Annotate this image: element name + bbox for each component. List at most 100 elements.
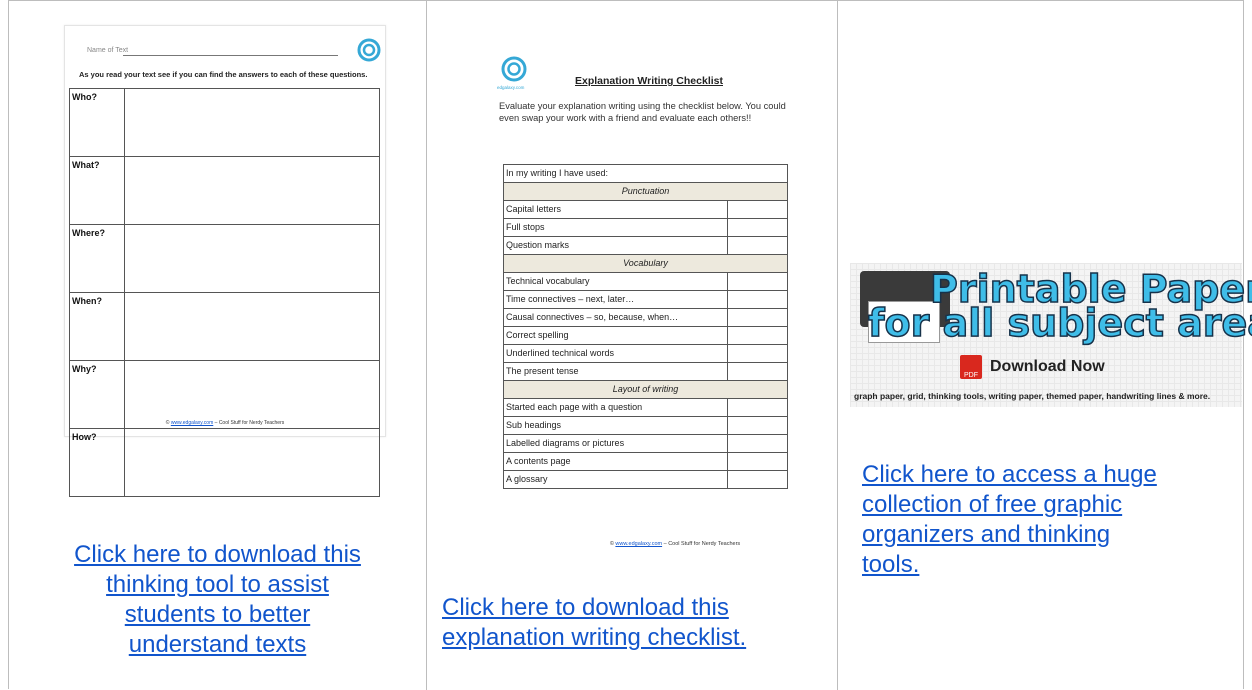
checklist-tick-box: [727, 272, 788, 291]
checklist-tick-box: [727, 452, 788, 471]
checklist-tick-box: [727, 416, 788, 435]
checklist-row: In my writing I have used:: [503, 164, 788, 183]
checklist-heading: In my writing I have used:: [503, 164, 788, 183]
checklist-row: Causal connectives – so, because, when…: [503, 308, 788, 327]
answer-cell: [124, 224, 380, 293]
cell-thinking-tool: Name of Text As you read your text see i…: [9, 1, 426, 690]
checklist-row: The present tense: [503, 362, 788, 381]
link-line: students to better: [124, 601, 311, 628]
content-table: Name of Text As you read your text see i…: [8, 0, 1252, 690]
checklist-row: A glossary: [503, 470, 788, 489]
link-line: organizers and thinking: [862, 521, 1111, 548]
checklist-preview[interactable]: edgalaxy.com Explanation Writing Checkli…: [475, 21, 795, 561]
doc-footer: © www.edgalaxy.com – Cool Stuff for Nerd…: [475, 541, 875, 547]
checklist-row: Full stops: [503, 218, 788, 237]
answer-cell: [124, 360, 380, 429]
checklist-row: Time connectives – next, later…: [503, 290, 788, 309]
link-line: thinking tool to assist: [106, 571, 329, 598]
checklist-tick-box: [727, 326, 788, 345]
edgalaxy-logo-icon: [357, 38, 381, 62]
checklist-section-header: Layout of writing: [503, 380, 788, 399]
footer-url: www.edgalaxy.com: [170, 420, 214, 426]
link-line: Click here to access a huge: [862, 461, 1157, 488]
checklist-tick-box: [727, 218, 788, 237]
answer-cell: [124, 428, 380, 497]
checklist-item: Labelled diagrams or pictures: [503, 434, 728, 453]
checklist-item: Time connectives – next, later…: [503, 290, 728, 309]
checklist-tick-box: [727, 362, 788, 381]
checklist-tick-box: [727, 344, 788, 363]
banner-title-line2: for all subject areas: [867, 300, 1252, 346]
link-line: Click here to download this: [74, 541, 361, 568]
checklist-row: Punctuation: [503, 182, 788, 201]
checklist-row: Underlined technical words: [503, 344, 788, 363]
question-label: What?: [69, 156, 125, 225]
question-label: How?: [69, 428, 125, 497]
checklist-title: Explanation Writing Checklist: [575, 75, 723, 87]
checklist-intro: Evaluate your explanation writing using …: [499, 101, 786, 123]
checklist-section-header: Punctuation: [503, 182, 788, 201]
name-of-text-label: Name of Text: [87, 47, 129, 54]
checklist-item: A glossary: [503, 470, 728, 489]
download-checklist-link[interactable]: Click here to download this explanation …: [442, 593, 746, 653]
checklist-tick-box: [727, 398, 788, 417]
cell-writing-checklist: edgalaxy.com Explanation Writing Checkli…: [426, 1, 837, 690]
checklist-row: A contents page: [503, 452, 788, 471]
answer-cell: [124, 292, 380, 361]
link-line: understand texts: [128, 631, 307, 658]
checklist-item: The present tense: [503, 362, 728, 381]
checklist-tick-box: [727, 200, 788, 219]
instruction-text: As you read your text see if you can fin…: [79, 70, 368, 79]
question-label: When?: [69, 292, 125, 361]
cell-printable-paper: Printable Paper for all subject areas PD…: [837, 1, 1252, 690]
question-label: Why?: [69, 360, 125, 429]
link-line: explanation writing checklist.: [442, 624, 747, 651]
checklist-item: Question marks: [503, 236, 728, 255]
checklist-tick-box: [727, 470, 788, 489]
edgalaxy-logo-icon: [501, 56, 527, 82]
checklist-tick-box: [727, 434, 788, 453]
download-now-label: PDF Download Now: [960, 355, 1105, 379]
checklist-item: Capital letters: [503, 200, 728, 219]
thinking-tool-preview[interactable]: Name of Text As you read your text see i…: [64, 25, 386, 497]
checklist-item: Sub headings: [503, 416, 728, 435]
checklist-row: Capital letters: [503, 200, 788, 219]
checklist-section-header: Vocabulary: [503, 254, 788, 273]
download-now-text: Download Now: [990, 358, 1105, 375]
question-label: Where?: [69, 224, 125, 293]
checklist-row: Layout of writing: [503, 380, 788, 399]
checklist-item: Technical vocabulary: [503, 272, 728, 291]
checklist-item: Underlined technical words: [503, 344, 728, 363]
footer-suffix: – Cool Stuff for Nerdy Teachers: [662, 541, 741, 547]
graphic-organizers-link[interactable]: Click here to access a huge collection o…: [862, 460, 1157, 580]
checklist-item: A contents page: [503, 452, 728, 471]
link-line: collection of free graphic: [862, 491, 1123, 518]
checklist-item: Started each page with a question: [503, 398, 728, 417]
link-line: tools.: [862, 551, 920, 578]
checklist-tick-box: [727, 236, 788, 255]
pdf-icon: PDF: [960, 355, 982, 379]
footer-suffix: – Cool Stuff for Nerdy Teachers: [213, 420, 285, 426]
banner-caption: graph paper, grid, thinking tools, writi…: [854, 391, 1211, 401]
checklist-item: Causal connectives – so, because, when…: [503, 308, 728, 327]
checklist-row: Question marks: [503, 236, 788, 255]
checklist-tick-box: [727, 308, 788, 327]
checklist-tick-box: [727, 290, 788, 309]
download-thinking-tool-link[interactable]: Click here to download this thinking too…: [9, 540, 426, 660]
checklist-item: Full stops: [503, 218, 728, 237]
printable-paper-banner[interactable]: Printable Paper for all subject areas PD…: [850, 263, 1252, 407]
logo-caption: edgalaxy.com: [497, 85, 525, 90]
checklist-item: Correct spelling: [503, 326, 728, 345]
checklist-row: Sub headings: [503, 416, 788, 435]
link-line: Click here to download this: [442, 594, 729, 621]
answer-cell: [124, 88, 380, 157]
question-grid: Who? What? Where? When? Why? How?: [69, 88, 380, 497]
checklist-row: Labelled diagrams or pictures: [503, 434, 788, 453]
checklist-row: Correct spelling: [503, 326, 788, 345]
checklist-table: In my writing I have used: Punctuation Cap…: [503, 164, 788, 489]
answer-cell: [124, 156, 380, 225]
question-label: Who?: [69, 88, 125, 157]
checklist-row: Started each page with a question: [503, 398, 788, 417]
checklist-row: Vocabulary: [503, 254, 788, 273]
name-line: [123, 55, 338, 56]
